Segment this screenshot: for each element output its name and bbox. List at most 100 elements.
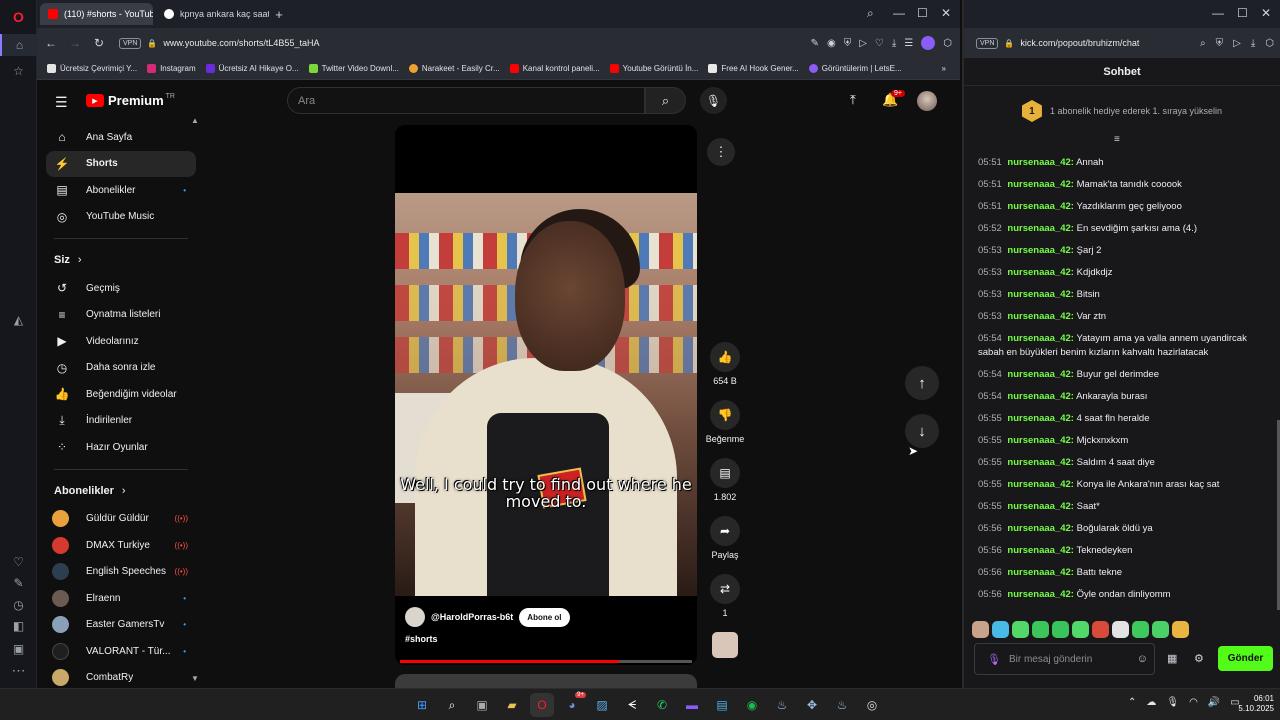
- tab-youtube[interactable]: (110) #shorts - YouTube ✕: [40, 3, 153, 25]
- message-username[interactable]: nursenaaa_42:: [1007, 391, 1074, 402]
- opera-logo-icon[interactable]: O: [0, 6, 37, 28]
- message-username[interactable]: nursenaaa_42:: [1007, 567, 1074, 578]
- next-short-preview[interactable]: [395, 674, 697, 688]
- emote[interactable]: [1052, 621, 1069, 638]
- channel-avatar[interactable]: [405, 607, 425, 627]
- volume-icon[interactable]: 🔊: [1208, 697, 1220, 708]
- extension-icon[interactable]: ▣: [0, 638, 37, 660]
- menu-icon[interactable]: ☰: [904, 38, 913, 49]
- play-icon[interactable]: ▷: [859, 38, 867, 49]
- clock-icon[interactable]: ◷: [0, 594, 37, 616]
- steam-icon[interactable]: ♨: [830, 693, 854, 717]
- message-username[interactable]: nursenaaa_42:: [1007, 413, 1074, 424]
- sidebar-item-watch-later[interactable]: ◷ Daha sonra izle: [46, 355, 196, 382]
- youtube-logo[interactable]: ▶ Premium TR: [86, 93, 175, 108]
- sidebar-item-home[interactable]: ⌂ Ana Sayfa: [46, 124, 196, 151]
- home-icon[interactable]: ⌂: [0, 34, 37, 56]
- chat-message-input[interactable]: 🎙 Bir mesaj gönderin ☺: [974, 643, 1155, 675]
- heart-icon[interactable]: ♡: [0, 551, 37, 573]
- share-button[interactable]: ➦ Paylaş: [703, 516, 747, 560]
- bookmark[interactable]: Narakeet - Easily Cr...: [408, 64, 500, 73]
- bookmarks-overflow-icon[interactable]: »: [942, 64, 946, 73]
- emote[interactable]: [1032, 621, 1049, 638]
- shield-icon[interactable]: ⛨: [1216, 38, 1224, 49]
- lock-icon[interactable]: 🔒: [147, 39, 157, 48]
- opera-icon[interactable]: O: [530, 693, 554, 717]
- profile-icon[interactable]: [921, 36, 936, 50]
- bookmark[interactable]: Youtube Görüntü İn...: [609, 64, 698, 73]
- message-username[interactable]: nursenaaa_42:: [1007, 479, 1074, 490]
- edit-icon[interactable]: ✎: [0, 572, 37, 594]
- minimize-icon[interactable]: —: [893, 6, 905, 20]
- steam-icon[interactable]: ♨: [770, 693, 794, 717]
- sidebar-channel[interactable]: Elraenn •: [46, 585, 196, 612]
- minimize-icon[interactable]: —: [1212, 6, 1224, 20]
- emote[interactable]: [1172, 621, 1189, 638]
- avatar[interactable]: [917, 91, 937, 111]
- remix-button[interactable]: ⇄ 1: [703, 574, 747, 618]
- message-username[interactable]: nursenaaa_42:: [1007, 179, 1074, 190]
- cube-icon[interactable]: ◧: [0, 615, 37, 637]
- close-window-icon[interactable]: ✕: [941, 6, 951, 20]
- app-icon[interactable]: ◎: [860, 693, 884, 717]
- bookmark[interactable]: Instagram: [147, 64, 196, 73]
- message-username[interactable]: nursenaaa_42:: [1007, 501, 1074, 512]
- app-icon[interactable]: ▬: [680, 693, 704, 717]
- bookmark[interactable]: Free AI Hook Gener...: [708, 64, 799, 73]
- gift-icon[interactable]: ▦: [1167, 652, 1177, 665]
- heart-icon[interactable]: ♡: [875, 38, 884, 49]
- message-username[interactable]: nursenaaa_42:: [1007, 311, 1074, 322]
- close-window-icon[interactable]: ✕: [1261, 6, 1271, 20]
- message-username[interactable]: nursenaaa_42:: [1007, 589, 1074, 600]
- vpn-badge[interactable]: VPN: [119, 37, 142, 49]
- message-username[interactable]: nursenaaa_42:: [1007, 157, 1074, 168]
- progress-bar[interactable]: [400, 660, 692, 663]
- bookmark[interactable]: Ücretsiz AI Hikaye O...: [205, 64, 299, 73]
- new-tab-button[interactable]: +: [269, 4, 289, 24]
- message-username[interactable]: nursenaaa_42:: [1007, 435, 1074, 446]
- sidebar-item-games[interactable]: ⁘ Hazır Oyunlar: [46, 434, 196, 461]
- maximize-icon[interactable]: ☐: [1237, 6, 1248, 20]
- more-options-button[interactable]: ⋮: [707, 138, 735, 166]
- download-icon[interactable]: ⤓: [1251, 38, 1255, 49]
- sidebar-item-subscriptions[interactable]: ▤ Abonelikler •: [46, 177, 196, 204]
- sidebar-channel[interactable]: Güldür Güldür ((•)): [46, 506, 196, 533]
- search-icon[interactable]: ⌕: [440, 693, 464, 717]
- pinned-toggle-icon[interactable]: ≡: [1114, 134, 1120, 145]
- emote[interactable]: [1112, 621, 1129, 638]
- url-field[interactable]: www.youtube.com/shorts/tL4B55_taHA: [163, 38, 319, 48]
- emote[interactable]: [972, 621, 989, 638]
- notepad-icon[interactable]: ▤: [710, 693, 734, 717]
- upload-icon[interactable]: ⤒: [850, 92, 856, 108]
- subscribe-button[interactable]: Abone ol: [519, 607, 570, 627]
- more-icon[interactable]: ⋯: [0, 659, 37, 681]
- spotify-icon[interactable]: ◉: [740, 693, 764, 717]
- scroll-down-icon[interactable]: ▼: [191, 674, 199, 683]
- previous-short-button[interactable]: ↑: [905, 366, 939, 400]
- message-username[interactable]: nursenaaa_42:: [1007, 333, 1074, 344]
- bookmark[interactable]: Ücretsiz Çevrimiçi Y...: [47, 64, 137, 73]
- file-explorer-icon[interactable]: ▰: [500, 693, 524, 717]
- tab-google[interactable]: kpnya ankara kaç saat - G: [156, 3, 269, 25]
- url-field[interactable]: kick.com/popout/bruhizm/chat: [1020, 38, 1139, 48]
- windows-start-icon[interactable]: ⊞: [410, 693, 434, 717]
- sidebar-item-your-videos[interactable]: ▶ Videolarınız: [46, 328, 196, 355]
- hashtag-link[interactable]: #shorts: [405, 634, 687, 644]
- vpn-badge[interactable]: VPN: [976, 37, 999, 49]
- comments-button[interactable]: ▤ 1.802: [703, 458, 747, 502]
- aria-icon[interactable]: ◭: [0, 309, 37, 331]
- message-username[interactable]: nursenaaa_42:: [1007, 523, 1074, 534]
- sidebar-item-shorts[interactable]: ⚡ Shorts: [46, 150, 196, 177]
- shield-icon[interactable]: ⛨: [844, 38, 852, 49]
- sidebar-channel[interactable]: Easter GamersTv •: [46, 612, 196, 639]
- search-icon[interactable]: ⌕: [1200, 38, 1206, 49]
- voice-search-button[interactable]: 🎙: [700, 87, 727, 114]
- extensions-icon[interactable]: ⬡: [1265, 38, 1274, 49]
- microphone-icon[interactable]: 🎙: [1166, 697, 1179, 708]
- message-username[interactable]: nursenaaa_42:: [1007, 245, 1074, 256]
- emote[interactable]: [1012, 621, 1029, 638]
- camera-icon[interactable]: ◉: [827, 38, 836, 49]
- sidebar-item-playlists[interactable]: ≡ Oynatma listeleri: [46, 302, 196, 329]
- download-icon[interactable]: ⤓: [892, 38, 896, 49]
- bookmark[interactable]: Twitter Video Downl...: [308, 64, 399, 73]
